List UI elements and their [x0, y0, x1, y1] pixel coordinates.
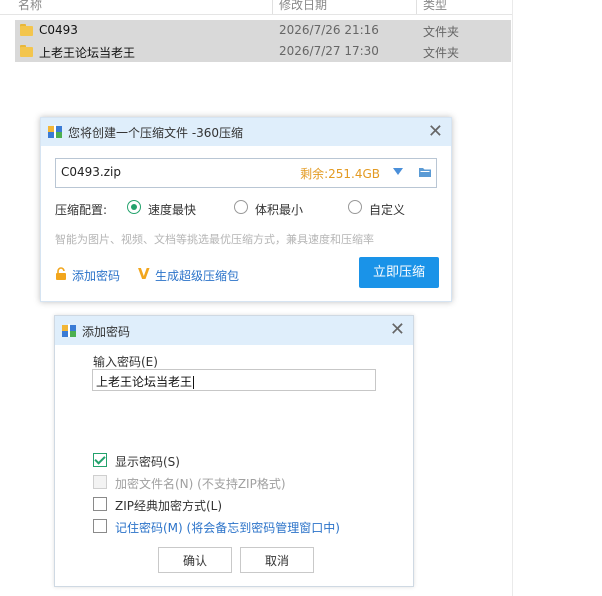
free-space-label: 剩余:251.4GB	[300, 167, 380, 181]
checkbox-icon[interactable]	[93, 519, 107, 533]
folder-icon	[20, 24, 33, 36]
password-value: 上老王论坛当老王	[96, 375, 193, 389]
file-name: 上老王论坛当老王	[39, 46, 136, 60]
archive-filename[interactable]: C0493.zip	[61, 165, 121, 179]
file-date: 2026/7/26 21:16	[279, 23, 379, 37]
radio-icon[interactable]	[348, 200, 362, 214]
compress-now-button[interactable]: 立即压缩	[359, 257, 439, 288]
close-icon[interactable]: ✕	[390, 319, 405, 340]
compress-config-label: 压缩配置:	[55, 203, 108, 217]
chevron-down-icon[interactable]	[393, 168, 403, 175]
vip-icon: V	[138, 265, 150, 283]
file-type: 文件夹	[423, 25, 460, 39]
column-type[interactable]: 类型	[423, 0, 447, 13]
file-name: C0493	[39, 23, 78, 37]
file-row[interactable]: 上老王论坛当老王 2026/7/27 17:30 文件夹	[15, 41, 511, 62]
browse-folder-icon[interactable]	[418, 165, 432, 179]
password-dialog: 添加密码 ✕ 输入密码(E) 上老王论坛当老王 显示密码(S) 加密文件名(N)…	[54, 315, 414, 587]
password-dialog-title: 添加密码	[82, 325, 131, 339]
column-name[interactable]: 名称	[18, 0, 42, 13]
file-date: 2026/7/27 17:30	[279, 44, 379, 58]
checkbox-checked-icon[interactable]	[93, 453, 107, 467]
password-input-label: 输入密码(E)	[93, 355, 158, 369]
password-dialog-titlebar[interactable]: 添加密码 ✕	[55, 316, 413, 345]
compress-dialog-title: 您将创建一个压缩文件 -360压缩	[68, 126, 244, 140]
checkbox-icon[interactable]	[93, 497, 107, 511]
text-caret	[193, 376, 195, 389]
file-row[interactable]: C0493 2026/7/26 21:16 文件夹	[15, 20, 511, 41]
archive-app-icon	[48, 125, 62, 138]
checkbox-disabled-icon	[93, 475, 107, 489]
column-header: 名称 修改日期 类型	[0, 0, 512, 15]
compress-hint: 智能为图片、视频、文档等挑选最优压缩方式，兼具速度和压缩率	[55, 233, 374, 246]
confirm-button[interactable]: 确认	[158, 547, 232, 573]
compress-dialog: 您将创建一个压缩文件 -360压缩 ✕ C0493.zip 剩余:251.4GB…	[40, 117, 452, 302]
radio-icon[interactable]	[234, 200, 248, 214]
close-icon[interactable]: ✕	[428, 121, 443, 142]
radio-selected-icon[interactable]	[127, 200, 141, 214]
folder-icon	[20, 45, 33, 57]
compress-dialog-titlebar[interactable]: 您将创建一个压缩文件 -360压缩 ✕	[41, 118, 451, 146]
pane-divider	[512, 0, 513, 596]
archive-name-field[interactable]: C0493.zip 剩余:251.4GB	[55, 158, 437, 188]
archive-app-icon	[62, 324, 76, 337]
column-date[interactable]: 修改日期	[279, 0, 327, 13]
lock-icon	[56, 267, 66, 280]
password-input[interactable]: 上老王论坛当老王	[92, 369, 376, 391]
file-type: 文件夹	[423, 46, 460, 60]
cancel-button[interactable]: 取消	[240, 547, 314, 573]
